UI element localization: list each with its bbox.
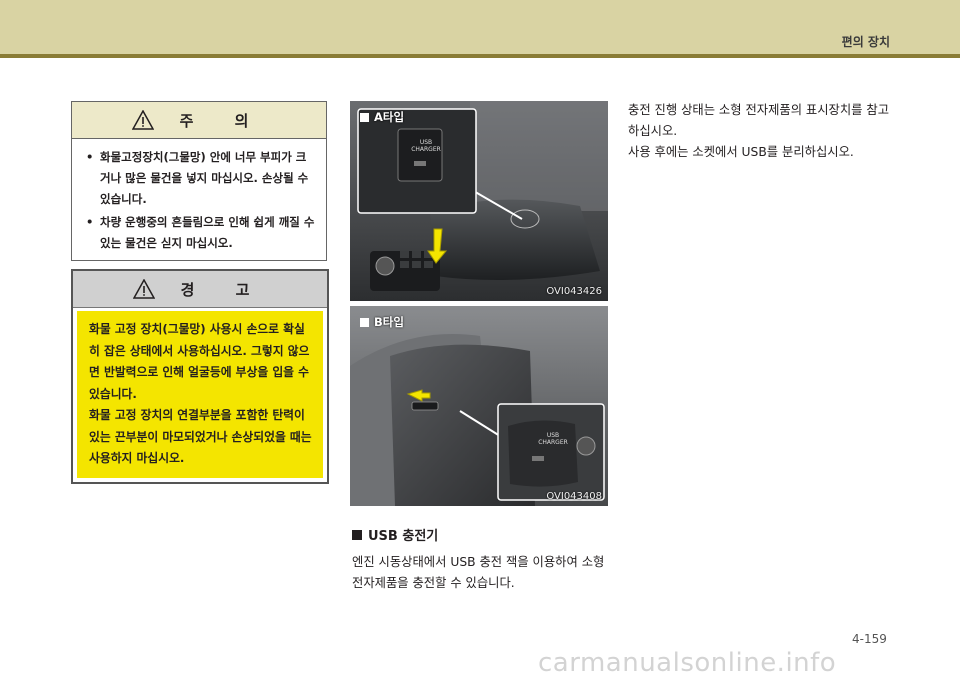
page-number: 4-159 [852,632,887,646]
caution-item: 차량 운행중의 흔들림으로 인해 쉽게 깨질 수 있는 물건은 싣지 마십시오. [86,212,316,254]
warning-box: 경 고 화물 고정 장치(그물망) 사용시 손으로 확실히 잡은 상태에서 사용… [71,269,329,484]
caution-item: 화물고정장치(그물망) 안에 너무 부피가 크거나 많은 물건을 넣지 마십시오… [86,147,316,210]
right-paragraph: 충전 진행 상태는 소형 전자제품의 표시장치를 참고하십시오. [628,103,890,138]
caution-header: 주 의 [72,102,326,139]
photo-usb-type-b: USB CHARGER B타입 OVI043408 [350,306,608,506]
caution-box: 주 의 화물고정장치(그물망) 안에 너무 부피가 크거나 많은 물건을 넣지 … [71,101,327,261]
warning-paragraph: 화물 고정 장치의 연결부분을 포함한 탄력이 있는 끈부분이 마모되었거나 손… [89,408,312,465]
photo-code: OVI043426 [546,286,602,297]
charger-text: CHARGER [411,146,441,153]
warning-header: 경 고 [73,271,327,308]
caution-body: 화물고정장치(그물망) 안에 너무 부피가 크거나 많은 물건을 넣지 마십시오… [72,139,326,254]
rear-seat-illustration [350,306,608,506]
warning-title: 경 고 [180,280,268,299]
console-illustration [350,101,608,301]
warning-body: 화물 고정 장치(그물망) 사용시 손으로 확실히 잡은 상태에서 사용하십시오… [77,311,323,478]
right-column-text: 충전 진행 상태는 소형 전자제품의 표시장치를 참고하십시오. 사용 후에는 … [628,100,898,163]
header-band [0,0,960,54]
photo-code: OVI043408 [546,491,602,502]
usb-heading-text: USB 충전기 [368,529,439,544]
photo-usb-type-a: USB CHARGER A타입 OVI043426 [350,101,608,301]
usb-text: USB [546,432,560,439]
type-b-label: B타입 [374,315,404,329]
warning-paragraph: 화물 고정 장치(그물망) 사용시 손으로 확실히 잡은 상태에서 사용하십시오… [89,322,310,401]
right-paragraph: 사용 후에는 소켓에서 USB를 분리하십시오. [628,145,854,159]
charger-text: CHARGER [538,439,568,446]
photo-label: B타입 [360,314,404,330]
photo-label: A타입 [360,109,404,125]
square-bullet-icon [352,529,362,540]
warning-triangle-icon [132,279,155,299]
usb-text: USB [419,139,433,146]
square-bullet-icon [360,317,369,327]
caution-title: 주 의 [179,111,267,130]
header-divider [0,54,960,58]
square-bullet-icon [360,112,369,122]
warning-triangle-icon [131,110,154,130]
section-title: 편의 장치 [841,35,890,49]
usb-section-heading: USB 충전기 [352,525,438,544]
watermark: carmanualsonline.info [538,648,837,678]
type-a-label: A타입 [374,110,405,124]
usb-description: 엔진 시동상태에서 USB 충전 잭을 이용하여 소형 전자제품을 충전할 수 … [352,555,605,590]
